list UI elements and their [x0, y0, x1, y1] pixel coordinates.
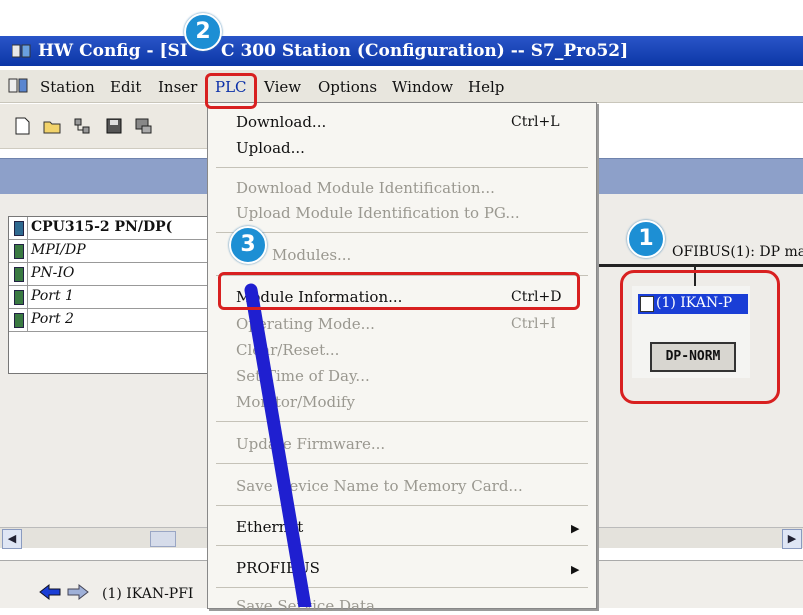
menu-edit[interactable]: Edit: [110, 78, 141, 96]
rack-row-mpidp[interactable]: MPI/DP: [9, 240, 221, 263]
submodule-icon: [14, 290, 24, 305]
submodule-icon: [14, 244, 24, 259]
detail-station-label: (1) IKAN-PFI: [102, 586, 194, 602]
menu-item-save-device-name: Save Device Name to Memory Card...: [236, 477, 523, 495]
menu-view[interactable]: View: [264, 78, 301, 96]
menu-insert[interactable]: Inser: [158, 78, 197, 96]
submenu-arrow-icon: ▶: [571, 563, 580, 576]
profibus-label: OFIBUS(1): DP ma: [672, 244, 803, 260]
submodule-icon: [14, 313, 24, 328]
rack-row-port1[interactable]: Port 1: [9, 286, 221, 309]
menu-station[interactable]: Station: [40, 78, 95, 96]
menu-item-operating-mode: Operating Mode...: [236, 315, 375, 333]
scroll-thumb[interactable]: [150, 531, 176, 547]
menu-separator: [216, 232, 588, 233]
station-header-band: [0, 158, 220, 195]
menu-item-save-service-data: Save Service Data: [236, 597, 375, 615]
document-icon: [8, 78, 28, 93]
highlight-dp-slave: [620, 270, 780, 404]
menu-item-upload-module-id: Upload Module Identification to PG...: [236, 204, 520, 222]
window-title-tail: C 300 Station (Configuration) -- S7_Pro5…: [221, 41, 629, 61]
title-bar: HW Config - [SI C 300 Station (Configura…: [0, 36, 803, 66]
open-folder-icon[interactable]: [42, 116, 62, 136]
new-file-icon[interactable]: [12, 116, 32, 136]
menu-item-profibus[interactable]: PROFIBUS: [236, 559, 320, 577]
menu-separator: [216, 463, 588, 464]
rack-row-empty[interactable]: [9, 332, 221, 354]
rack-row-port2[interactable]: Port 2: [9, 309, 221, 332]
network-header-band: [594, 158, 803, 195]
rack-row-label: Port 2: [31, 311, 74, 327]
menu-options[interactable]: Options: [318, 78, 377, 96]
highlight-plc-menu: [205, 73, 257, 109]
menu-item-monitor-modify: Monitor/Modify: [236, 393, 355, 411]
profibus-line[interactable]: [596, 264, 803, 267]
accessible-nodes-icon[interactable]: [72, 116, 92, 136]
menu-item-download-module-id: Download Module Identification...: [236, 179, 495, 197]
menu-separator: [216, 587, 588, 588]
forward-arrow-icon[interactable]: [66, 583, 90, 601]
menu-item-ethernet[interactable]: Ethernet: [236, 518, 303, 536]
highlight-module-information: [218, 272, 580, 310]
rack-row-label: MPI/DP: [31, 242, 86, 258]
menu-help[interactable]: Help: [468, 78, 504, 96]
submodule-icon: [14, 267, 24, 282]
menu-separator: [216, 421, 588, 422]
plc-dropdown-menu: Download... Ctrl+L Upload... Download Mo…: [207, 102, 597, 615]
station-hscrollbar[interactable]: ◀: [0, 527, 220, 549]
save-icon[interactable]: [104, 116, 124, 136]
menu-item-download[interactable]: Download...: [236, 113, 326, 131]
menu-separator: [216, 545, 588, 546]
submenu-arrow-icon: ▶: [571, 522, 580, 535]
shortcut-download: Ctrl+L: [511, 114, 560, 130]
menu-bar: Station Edit Inser PLC View Options Wind…: [0, 70, 803, 103]
step-badge-2: 2: [184, 13, 222, 51]
rack-row-cpu[interactable]: CPU315-2 PN/DP(: [9, 217, 221, 240]
compile-icon[interactable]: [134, 116, 154, 136]
scroll-left-icon[interactable]: ◀: [2, 529, 22, 549]
menu-item-modules: Modules...: [272, 246, 352, 264]
rack-table: CPU315-2 PN/DP( MPI/DP PN-IO Port 1 Port…: [8, 216, 222, 374]
menu-item-set-time: Set Time of Day...: [236, 367, 370, 385]
rack-row-label: PN-IO: [31, 265, 75, 281]
hw-config-app-icon: [12, 44, 31, 58]
step-badge-1: 1: [627, 220, 665, 258]
window-title: HW Config - [SI: [38, 41, 188, 61]
rack-row-pnio[interactable]: PN-IO: [9, 263, 221, 286]
cpu-module-icon: [14, 221, 24, 236]
rack-row-label: Port 1: [31, 288, 74, 304]
rack-row-label: CPU315-2 PN/DP(: [31, 219, 173, 235]
menu-item-update-firmware: Update Firmware...: [236, 435, 386, 453]
back-arrow-icon[interactable]: [38, 583, 62, 601]
menu-item-clear-reset: Clear/Reset...: [236, 341, 340, 359]
menu-separator: [216, 505, 588, 506]
toolbar: [0, 104, 220, 149]
shortcut-operating-mode: Ctrl+I: [511, 316, 556, 332]
scroll-right-icon[interactable]: ▶: [782, 529, 802, 549]
menu-separator: [216, 167, 588, 168]
network-hscrollbar[interactable]: ▶: [594, 527, 803, 549]
menu-window[interactable]: Window: [392, 78, 453, 96]
step-badge-3: 3: [229, 226, 267, 264]
menu-item-upload[interactable]: Upload...: [236, 139, 305, 157]
